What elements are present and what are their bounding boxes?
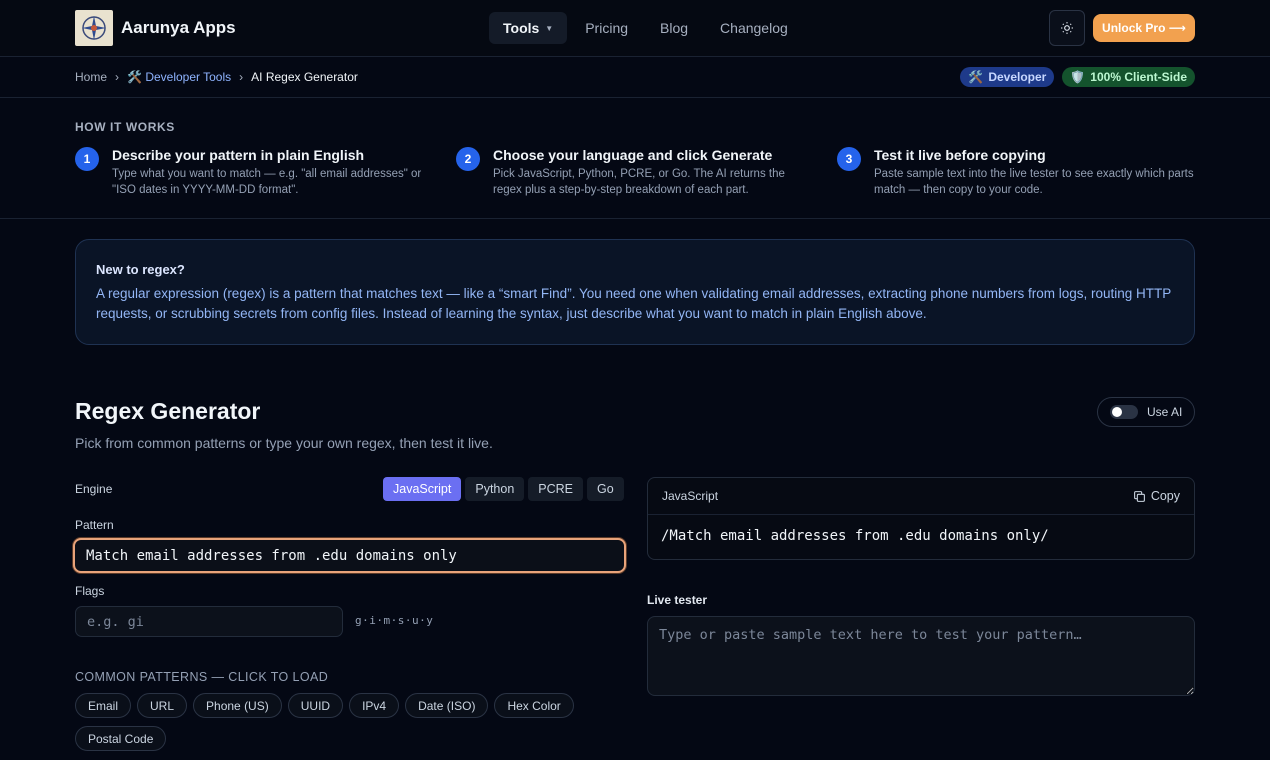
copy-icon bbox=[1133, 490, 1145, 502]
step-title: Choose your language and click Generate bbox=[493, 147, 773, 163]
toggle-knob bbox=[1112, 407, 1122, 417]
pattern-chip-hex-color[interactable]: Hex Color bbox=[494, 693, 574, 718]
flags-label: Flags bbox=[75, 584, 105, 598]
how-step-1: 1 Describe your pattern in plain English… bbox=[75, 147, 432, 198]
pattern-chip-phone[interactable]: Phone (US) bbox=[193, 693, 282, 718]
nav-tools-label: Tools bbox=[503, 20, 540, 36]
pattern-chip-url[interactable]: URL bbox=[137, 693, 188, 718]
unlock-pro-button[interactable]: Unlock Pro ⟶ bbox=[1093, 14, 1195, 42]
how-step-3: 3 Test it live before copying Paste samp… bbox=[837, 147, 1194, 198]
theme-toggle-button[interactable] bbox=[1049, 10, 1085, 46]
step-number: 2 bbox=[456, 147, 480, 171]
nav-blog[interactable]: Blog bbox=[646, 12, 702, 44]
client-side-badge: 🛡️ 100% Client-Side bbox=[1062, 67, 1195, 87]
copy-button[interactable]: Copy bbox=[1133, 489, 1180, 503]
breadcrumb-separator: › bbox=[239, 70, 244, 84]
step-number: 1 bbox=[75, 147, 99, 171]
step-number: 3 bbox=[837, 147, 861, 171]
output-header: JavaScript Copy bbox=[648, 478, 1194, 515]
pattern-input[interactable] bbox=[73, 538, 626, 573]
generator-title: Regex Generator bbox=[75, 398, 261, 424]
client-side-badge-label: 100% Client-Side bbox=[1090, 70, 1187, 84]
live-tester-label: Live tester bbox=[647, 593, 708, 607]
brand[interactable]: Aarunya Apps bbox=[75, 10, 236, 46]
generator-subtitle: Pick from common patterns or type your o… bbox=[75, 435, 493, 451]
step-description: Pick JavaScript, Python, PCRE, or Go. Th… bbox=[493, 168, 785, 196]
engine-python[interactable]: Python bbox=[465, 477, 525, 501]
nav-changelog[interactable]: Changelog bbox=[706, 12, 802, 44]
logo-icon bbox=[75, 10, 113, 46]
breadcrumb-home[interactable]: Home bbox=[75, 70, 107, 84]
developer-badge-label: Developer bbox=[988, 70, 1047, 84]
output-engine-label: JavaScript bbox=[662, 489, 719, 503]
top-navbar: Aarunya Apps Tools ▼ Pricing Blog Change… bbox=[0, 0, 1270, 57]
use-ai-toggle[interactable]: Use AI bbox=[1097, 397, 1195, 427]
breadcrumb-bar: Home › 🛠️ Developer Tools › AI Regex Gen… bbox=[0, 57, 1270, 98]
how-it-works-section: HOW IT WORKS 1 Describe your pattern in … bbox=[0, 98, 1270, 219]
regex-intro-card: New to regex? A regular expression (rege… bbox=[75, 239, 1195, 345]
main-nav: Tools ▼ Pricing Blog Changelog bbox=[489, 12, 802, 44]
tools-icon: 🛠️ bbox=[127, 70, 142, 84]
badges: 🛠️ Developer 🛡️ 100% Client-Side bbox=[960, 67, 1195, 87]
engine-selector: JavaScript Python PCRE Go bbox=[383, 477, 624, 501]
breadcrumb-developer-tools[interactable]: 🛠️ Developer Tools bbox=[127, 70, 231, 84]
generated-regex: /Match email addresses from .edu domains… bbox=[661, 528, 1049, 544]
step-description: Type what you want to match — e.g. "all … bbox=[112, 168, 422, 196]
pattern-chip-postal-code[interactable]: Postal Code bbox=[75, 726, 167, 751]
tools-icon: 🛠️ bbox=[968, 70, 984, 84]
how-step-2: 2 Choose your language and click Generat… bbox=[456, 147, 813, 198]
flags-input[interactable] bbox=[75, 606, 343, 637]
flags-hint: g·i·m·s·u·y bbox=[355, 614, 434, 627]
shield-icon: 🛡️ bbox=[1070, 70, 1086, 84]
toggle-switch[interactable] bbox=[1110, 405, 1138, 419]
step-description: Paste sample text into the live tester t… bbox=[874, 168, 1194, 196]
use-ai-label: Use AI bbox=[1147, 405, 1183, 419]
nav-pricing[interactable]: Pricing bbox=[571, 12, 642, 44]
brand-name: Aarunya Apps bbox=[121, 18, 236, 37]
regex-output-panel: JavaScript Copy /Match email addresses f… bbox=[647, 477, 1195, 560]
step-title: Describe your pattern in plain English bbox=[112, 147, 365, 163]
chevron-down-icon: ▼ bbox=[545, 23, 554, 33]
intro-title: New to regex? bbox=[96, 262, 185, 277]
step-title: Test it live before copying bbox=[874, 147, 1046, 163]
live-tester-input[interactable] bbox=[647, 616, 1195, 696]
breadcrumb-separator: › bbox=[115, 70, 120, 84]
copy-label: Copy bbox=[1150, 489, 1180, 503]
nav-tools[interactable]: Tools ▼ bbox=[489, 12, 568, 44]
pattern-chip-ipv4[interactable]: IPv4 bbox=[349, 693, 400, 718]
engine-pcre[interactable]: PCRE bbox=[528, 477, 584, 501]
engine-label: Engine bbox=[75, 482, 113, 496]
engine-go[interactable]: Go bbox=[587, 477, 624, 501]
pattern-chip-date[interactable]: Date (ISO) bbox=[405, 693, 489, 718]
breadcrumb: Home › 🛠️ Developer Tools › AI Regex Gen… bbox=[75, 70, 358, 84]
sun-icon bbox=[1061, 22, 1073, 34]
common-patterns-title: COMMON PATTERNS — CLICK TO LOAD bbox=[75, 670, 329, 684]
common-patterns-list: Email URL Phone (US) UUID IPv4 Date (ISO… bbox=[75, 693, 595, 751]
intro-body: A regular expression (regex) is a patter… bbox=[96, 286, 1172, 321]
pattern-chip-email[interactable]: Email bbox=[75, 693, 132, 718]
engine-javascript[interactable]: JavaScript bbox=[383, 477, 462, 501]
breadcrumb-category-label: Developer Tools bbox=[145, 70, 232, 84]
how-it-works-title: HOW IT WORKS bbox=[75, 120, 175, 134]
breadcrumb-current: AI Regex Generator bbox=[251, 70, 358, 84]
pattern-label: Pattern bbox=[75, 518, 114, 532]
pattern-chip-uuid[interactable]: UUID bbox=[287, 693, 344, 718]
developer-badge: 🛠️ Developer bbox=[960, 67, 1055, 87]
